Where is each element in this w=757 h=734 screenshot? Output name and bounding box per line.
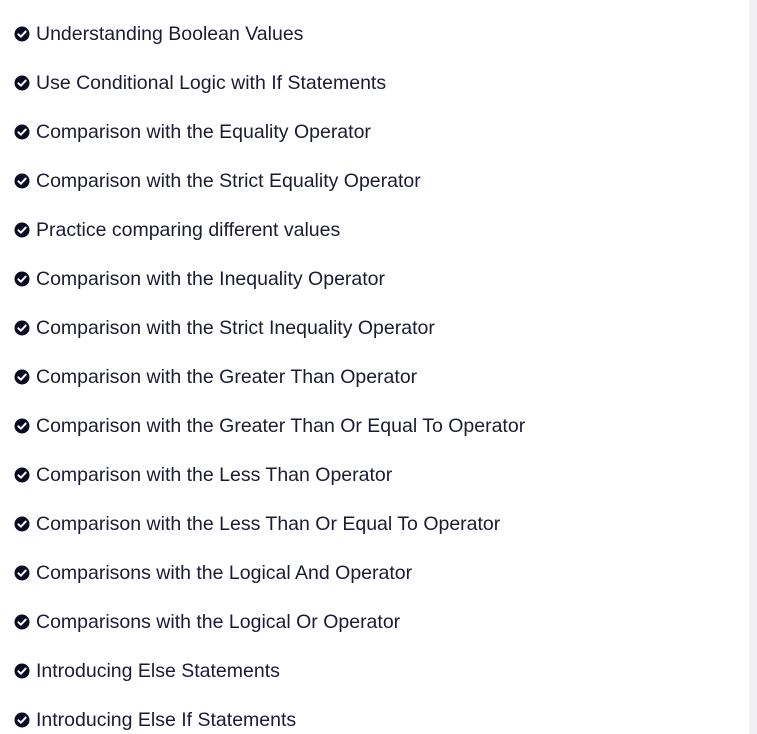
- challenge-item[interactable]: Comparison with the Strict Equality Oper…: [14, 156, 734, 205]
- challenge-item[interactable]: Understanding Boolean Values: [14, 9, 734, 58]
- challenge-label: Comparison with the Equality Operator: [36, 120, 371, 143]
- challenge-label: Comparison with the Greater Than Operato…: [36, 365, 418, 388]
- check-circle-icon: [14, 418, 30, 434]
- challenge-label: Comparison with the Less Than Operator: [36, 463, 393, 486]
- challenge-item[interactable]: Introducing Else If Statements: [14, 695, 734, 734]
- challenge-item[interactable]: Comparison with the Greater Than Or Equa…: [14, 401, 734, 450]
- challenge-item[interactable]: Comparison with the Less Than Operator: [14, 450, 734, 499]
- challenge-label: Comparison with the Greater Than Or Equa…: [36, 414, 526, 437]
- challenge-label: Practice comparing different values: [36, 218, 341, 241]
- check-circle-icon: [14, 712, 30, 728]
- challenge-item[interactable]: Comparison with the Strict Inequality Op…: [14, 303, 734, 352]
- challenge-item[interactable]: Comparison with the Inequality Operator: [14, 254, 734, 303]
- challenge-label: Comparison with the Strict Inequality Op…: [36, 316, 435, 339]
- challenge-list: Understanding Boolean Values Use Conditi…: [14, 9, 734, 734]
- challenge-item[interactable]: Introducing Else Statements: [14, 646, 734, 695]
- challenge-item[interactable]: Comparisons with the Logical And Operato…: [14, 548, 734, 597]
- check-circle-icon: [14, 26, 30, 42]
- challenge-list-page: Understanding Boolean Values Use Conditi…: [0, 0, 757, 734]
- check-circle-icon: [14, 222, 30, 238]
- challenge-label: Comparison with the Inequality Operator: [36, 267, 386, 290]
- challenge-label: Understanding Boolean Values: [36, 22, 304, 45]
- check-circle-icon: [14, 75, 30, 91]
- check-circle-icon: [14, 663, 30, 679]
- challenge-label: Comparison with the Strict Equality Oper…: [36, 169, 421, 192]
- challenge-item[interactable]: Comparisons with the Logical Or Operator: [14, 597, 734, 646]
- challenge-label: Comparisons with the Logical And Operato…: [36, 561, 413, 584]
- challenge-item[interactable]: Comparison with the Greater Than Operato…: [14, 352, 734, 401]
- scrollbar-track[interactable]: [749, 0, 757, 734]
- check-circle-icon: [14, 173, 30, 189]
- check-circle-icon: [14, 516, 30, 532]
- check-circle-icon: [14, 467, 30, 483]
- check-circle-icon: [14, 565, 30, 581]
- challenge-item[interactable]: Practice comparing different values: [14, 205, 734, 254]
- challenge-item[interactable]: Comparison with the Less Than Or Equal T…: [14, 499, 734, 548]
- challenge-label: Introducing Else Statements: [36, 659, 280, 682]
- challenge-label: Comparison with the Less Than Or Equal T…: [36, 512, 501, 535]
- challenge-item[interactable]: Use Conditional Logic with If Statements: [14, 58, 734, 107]
- check-circle-icon: [14, 320, 30, 336]
- check-circle-icon: [14, 369, 30, 385]
- challenge-label: Introducing Else If Statements: [36, 708, 297, 731]
- challenge-label: Comparisons with the Logical Or Operator: [36, 610, 401, 633]
- check-circle-icon: [14, 124, 30, 140]
- challenge-item[interactable]: Comparison with the Equality Operator: [14, 107, 734, 156]
- check-circle-icon: [14, 614, 30, 630]
- challenge-label: Use Conditional Logic with If Statements: [36, 71, 387, 94]
- check-circle-icon: [14, 271, 30, 287]
